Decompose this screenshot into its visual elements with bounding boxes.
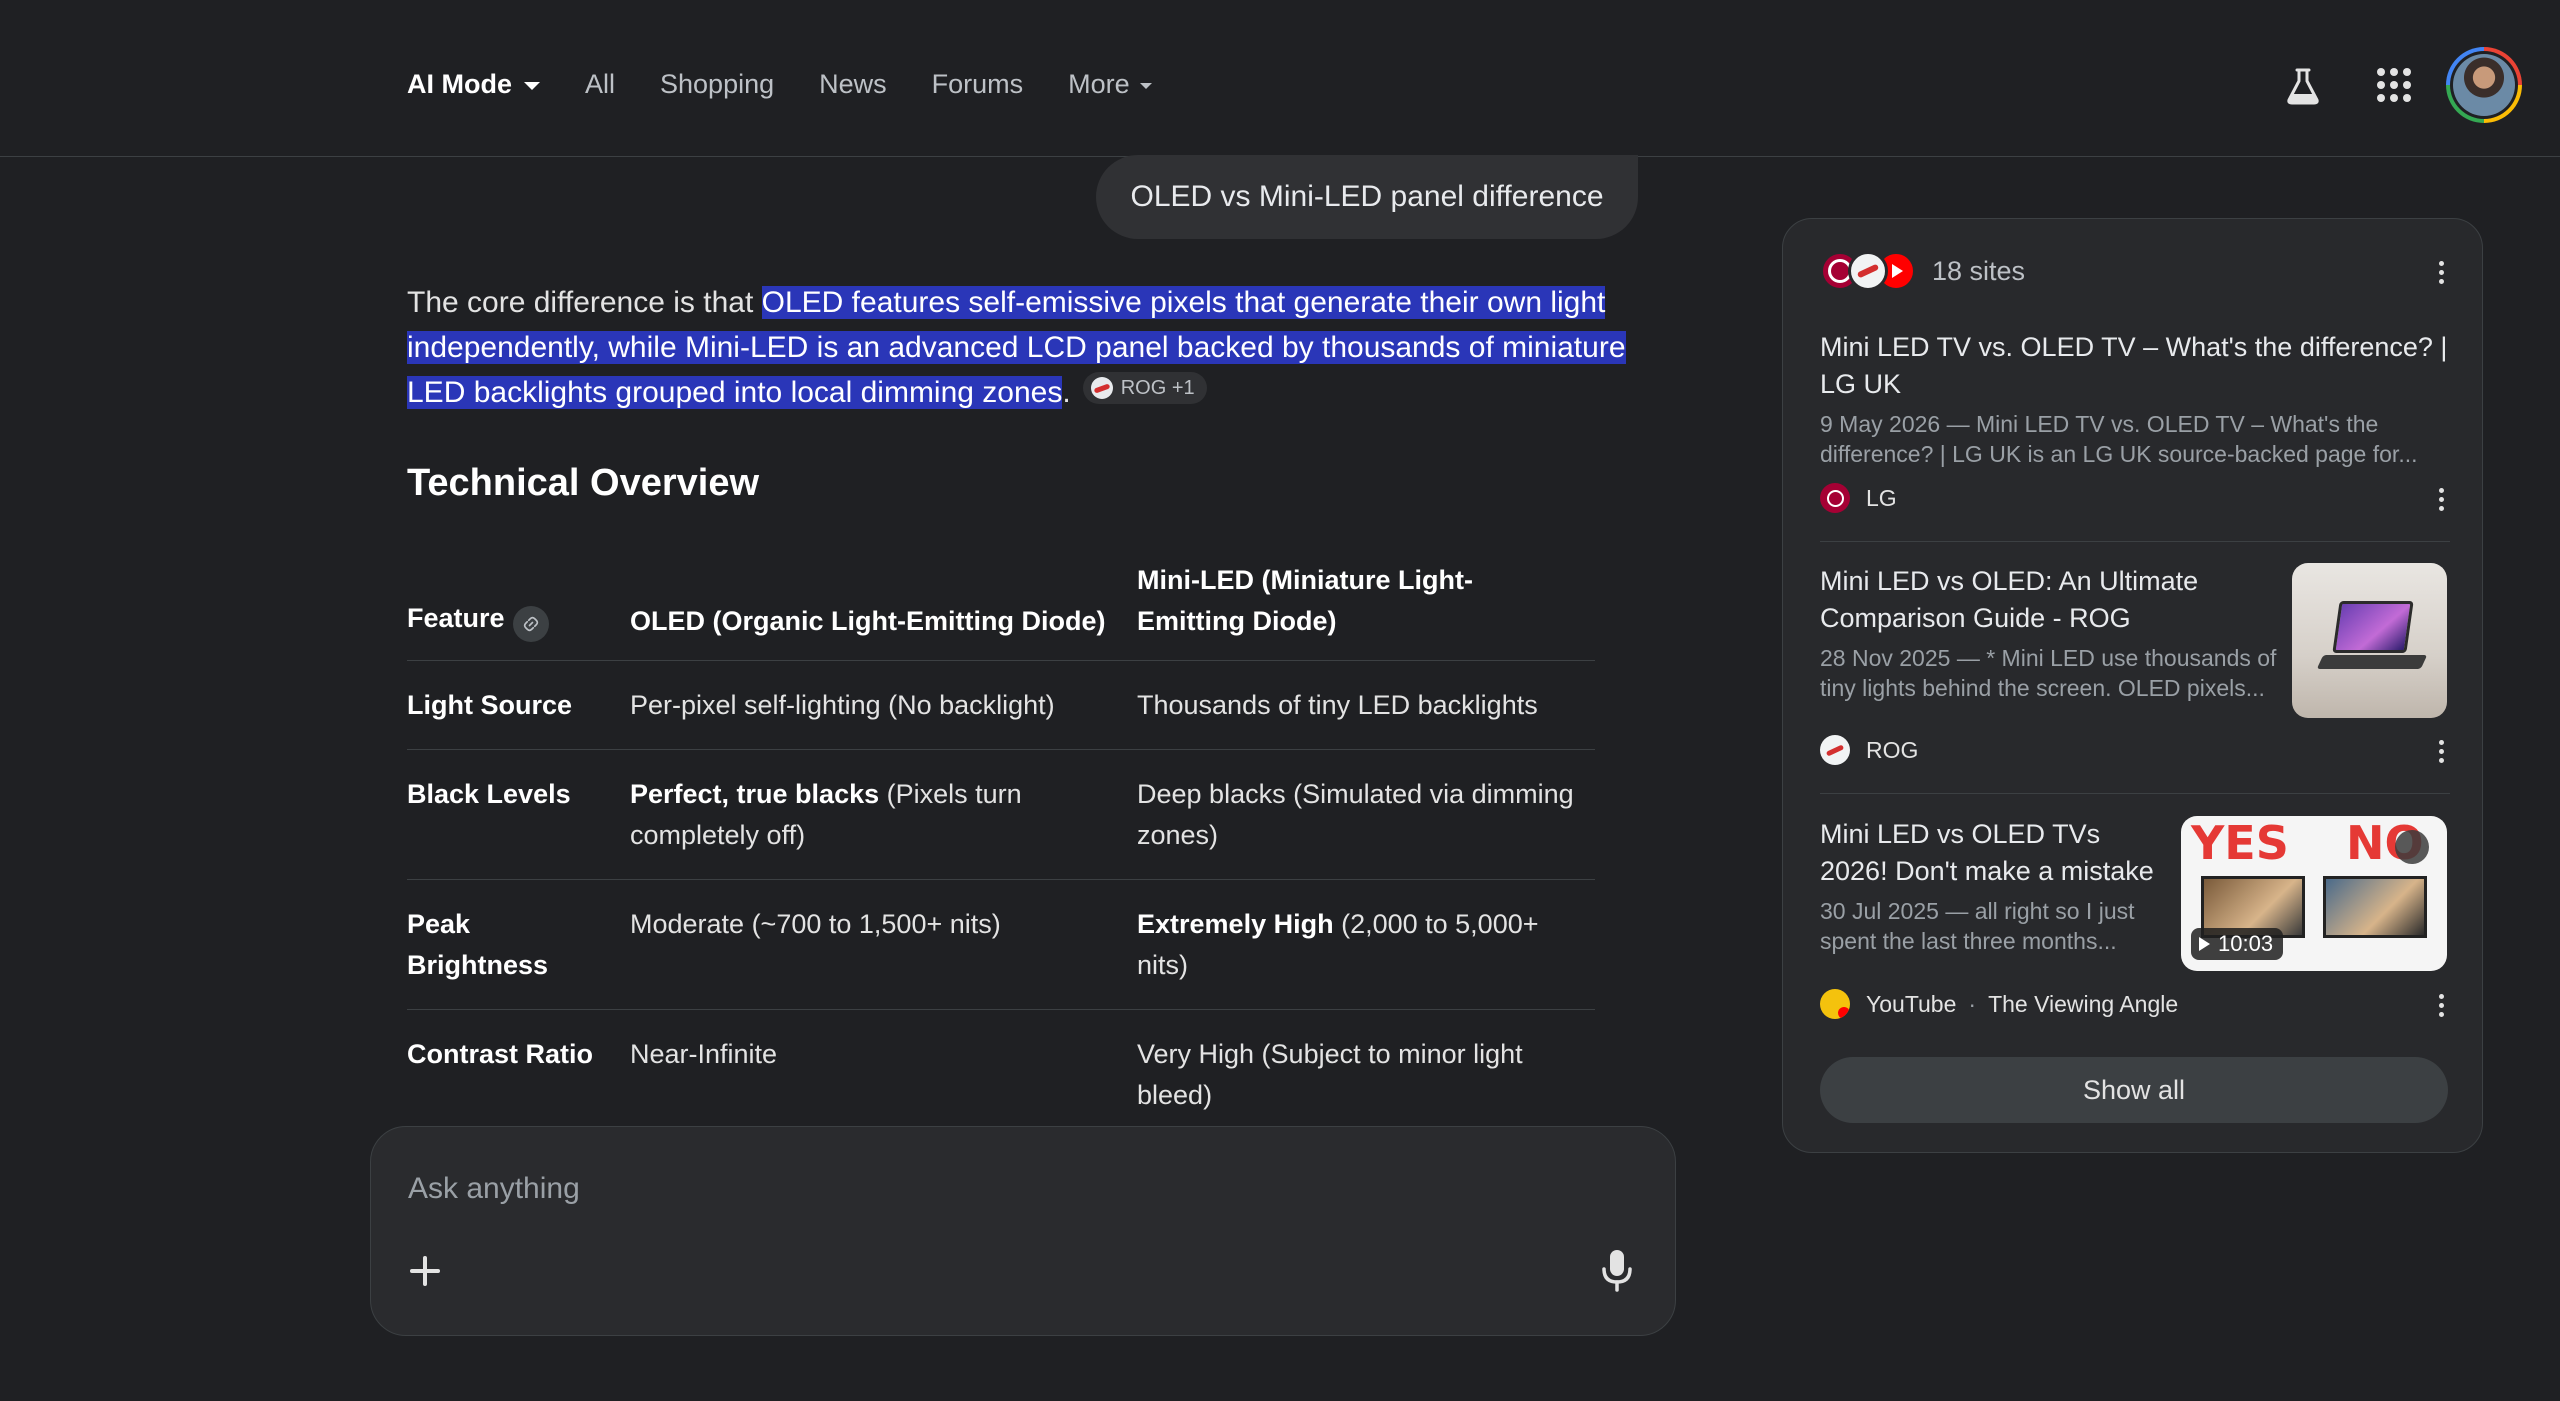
row-label: Peak Brightness bbox=[407, 909, 549, 980]
comparison-table: Feature OLED (Organic Light-Emitting Dio… bbox=[407, 560, 1595, 1139]
source-chip-label: ROG +1 bbox=[1120, 377, 1195, 399]
table-cell: Moderate (~700 to 1,500+ nits) bbox=[630, 909, 1001, 939]
more-options-icon[interactable] bbox=[2426, 731, 2456, 771]
row-label: Black Levels bbox=[407, 779, 571, 809]
table-cell: Near-Infinite bbox=[630, 1039, 778, 1069]
microphone-icon[interactable] bbox=[1597, 1247, 1637, 1293]
divider bbox=[1820, 793, 2450, 794]
labs-flask-icon[interactable] bbox=[2283, 66, 2323, 106]
source-site-name: LG bbox=[1866, 484, 1897, 511]
link-icon[interactable] bbox=[512, 606, 549, 642]
table-header-cell: Mini-LED (Miniature Light-Emitting Diode… bbox=[1137, 565, 1473, 636]
sites-count: 18 sites bbox=[1932, 255, 2026, 286]
apps-grid-icon[interactable] bbox=[2377, 68, 2411, 102]
row-label: Light Source bbox=[407, 690, 573, 720]
user-query-bubble: OLED vs Mini-LED panel difference bbox=[1096, 155, 1638, 239]
expand-icon bbox=[2395, 830, 2429, 864]
thumbnail-text-yes: YES bbox=[2191, 816, 2289, 870]
source-thumbnail-laptop[interactable] bbox=[2292, 563, 2447, 718]
source-site-name: ROG bbox=[1866, 736, 1919, 763]
tab-forums[interactable]: Forums bbox=[932, 69, 1024, 100]
row-label: Contrast Ratio bbox=[407, 1039, 594, 1069]
table-row: Peak Brightness Moderate (~700 to 1,500+… bbox=[407, 880, 1595, 1010]
tab-all[interactable]: All bbox=[585, 69, 615, 100]
answer-intro: The core difference is that bbox=[407, 286, 762, 319]
tab-news[interactable]: News bbox=[819, 69, 887, 100]
top-header: AI Mode All Shopping News Forums More bbox=[0, 0, 2560, 157]
rog-logo-icon bbox=[1848, 251, 1888, 291]
separator-dot: · bbox=[1968, 990, 1977, 1017]
source-title[interactable]: Mini LED vs OLED TVs 2026! Don't make a … bbox=[1820, 816, 2170, 890]
chevron-down-icon bbox=[524, 81, 540, 90]
ai-answer-paragraph: The core difference is that OLED feature… bbox=[407, 280, 1647, 415]
source-site[interactable]: ROG bbox=[1820, 735, 1918, 765]
table-row: Black Levels Perfect, true blacks (Pixel… bbox=[407, 750, 1595, 880]
source-card-lg[interactable]: Mini LED TV vs. OLED TV – What's the dif… bbox=[1820, 329, 2450, 469]
table-header-cell: Feature bbox=[407, 598, 630, 642]
source-site-name: YouTube bbox=[1866, 990, 1957, 1017]
more-options-icon[interactable] bbox=[2426, 985, 2456, 1025]
rog-logo-icon bbox=[1820, 735, 1850, 765]
table-cell: Perfect, true blacks (Pixels turn comple… bbox=[630, 779, 1022, 850]
table-cell: Thousands of tiny LED backlights bbox=[1137, 690, 1538, 720]
table-header-row: Feature OLED (Organic Light-Emitting Dio… bbox=[407, 560, 1595, 661]
divider bbox=[1820, 541, 2450, 542]
video-duration: 10:03 bbox=[2191, 928, 2284, 960]
source-citation-chip[interactable]: ROG +1 bbox=[1082, 372, 1207, 404]
tab-shopping[interactable]: Shopping bbox=[660, 69, 774, 100]
more-options-icon[interactable] bbox=[2426, 252, 2456, 292]
tab-more[interactable]: More bbox=[1068, 69, 1152, 100]
answer-end: . bbox=[1062, 376, 1071, 409]
lg-logo-icon bbox=[1820, 483, 1850, 513]
table-row: Contrast Ratio Near-Infinite Very High (… bbox=[407, 1010, 1595, 1139]
ask-input[interactable] bbox=[408, 1167, 1508, 1211]
account-avatar[interactable] bbox=[2446, 47, 2522, 123]
source-card-youtube[interactable]: Mini LED vs OLED TVs 2026! Don't make a … bbox=[1820, 816, 2170, 956]
table-cell: Per-pixel self-lighting (No backlight) bbox=[630, 690, 1055, 720]
source-site[interactable]: LG bbox=[1820, 483, 1897, 513]
sources-panel: 18 sites Mini LED TV vs. OLED TV – What'… bbox=[1782, 218, 2483, 1153]
tab-ai-mode-label: AI Mode bbox=[407, 68, 512, 99]
channel-logo-icon bbox=[1820, 989, 1850, 1019]
source-card-rog[interactable]: Mini LED vs OLED: An Ultimate Comparison… bbox=[1820, 563, 2280, 703]
table-row: Light Source Per-pixel self-lighting (No… bbox=[407, 661, 1595, 750]
source-channel-name: The Viewing Angle bbox=[1988, 990, 2179, 1017]
table-cell: Very High (Subject to minor light bleed) bbox=[1137, 1039, 1523, 1110]
tab-more-label: More bbox=[1068, 68, 1130, 99]
table-cell: Extremely High (2,000 to 5,000+ nits) bbox=[1137, 909, 1539, 980]
source-title[interactable]: Mini LED vs OLED: An Ultimate Comparison… bbox=[1820, 563, 2280, 637]
ask-box bbox=[370, 1126, 1676, 1336]
source-site[interactable]: YouTube · The Viewing Angle bbox=[1820, 989, 2178, 1019]
search-mode-tabs: AI Mode All Shopping News Forums More bbox=[407, 62, 1197, 106]
source-snippet: 30 Jul 2025 — all right so I just spent … bbox=[1820, 898, 2135, 954]
source-snippet: 9 May 2026 — Mini LED TV vs. OLED TV – W… bbox=[1820, 411, 2418, 467]
video-thumbnail[interactable]: YES NO 10:03 bbox=[2181, 816, 2447, 971]
avatar-photo bbox=[2453, 54, 2515, 116]
tab-ai-mode[interactable]: AI Mode bbox=[407, 69, 540, 100]
source-snippet: 28 Nov 2025 — * Mini LED use thousands o… bbox=[1820, 645, 2277, 701]
more-options-icon[interactable] bbox=[2426, 479, 2456, 519]
show-all-button[interactable]: Show all bbox=[1820, 1057, 2448, 1123]
rog-logo-icon bbox=[1090, 377, 1113, 399]
table-header-cell: OLED (Organic Light-Emitting Diode) bbox=[630, 606, 1106, 636]
chevron-down-icon bbox=[1139, 82, 1152, 89]
source-favicons bbox=[1820, 251, 1916, 291]
sources-header: 18 sites bbox=[1820, 249, 2025, 293]
table-cell: Deep blacks (Simulated via dimming zones… bbox=[1137, 779, 1574, 850]
section-title: Technical Overview bbox=[407, 462, 760, 504]
source-title[interactable]: Mini LED TV vs. OLED TV – What's the dif… bbox=[1820, 329, 2450, 403]
add-attachment-plus-icon[interactable] bbox=[405, 1251, 445, 1291]
